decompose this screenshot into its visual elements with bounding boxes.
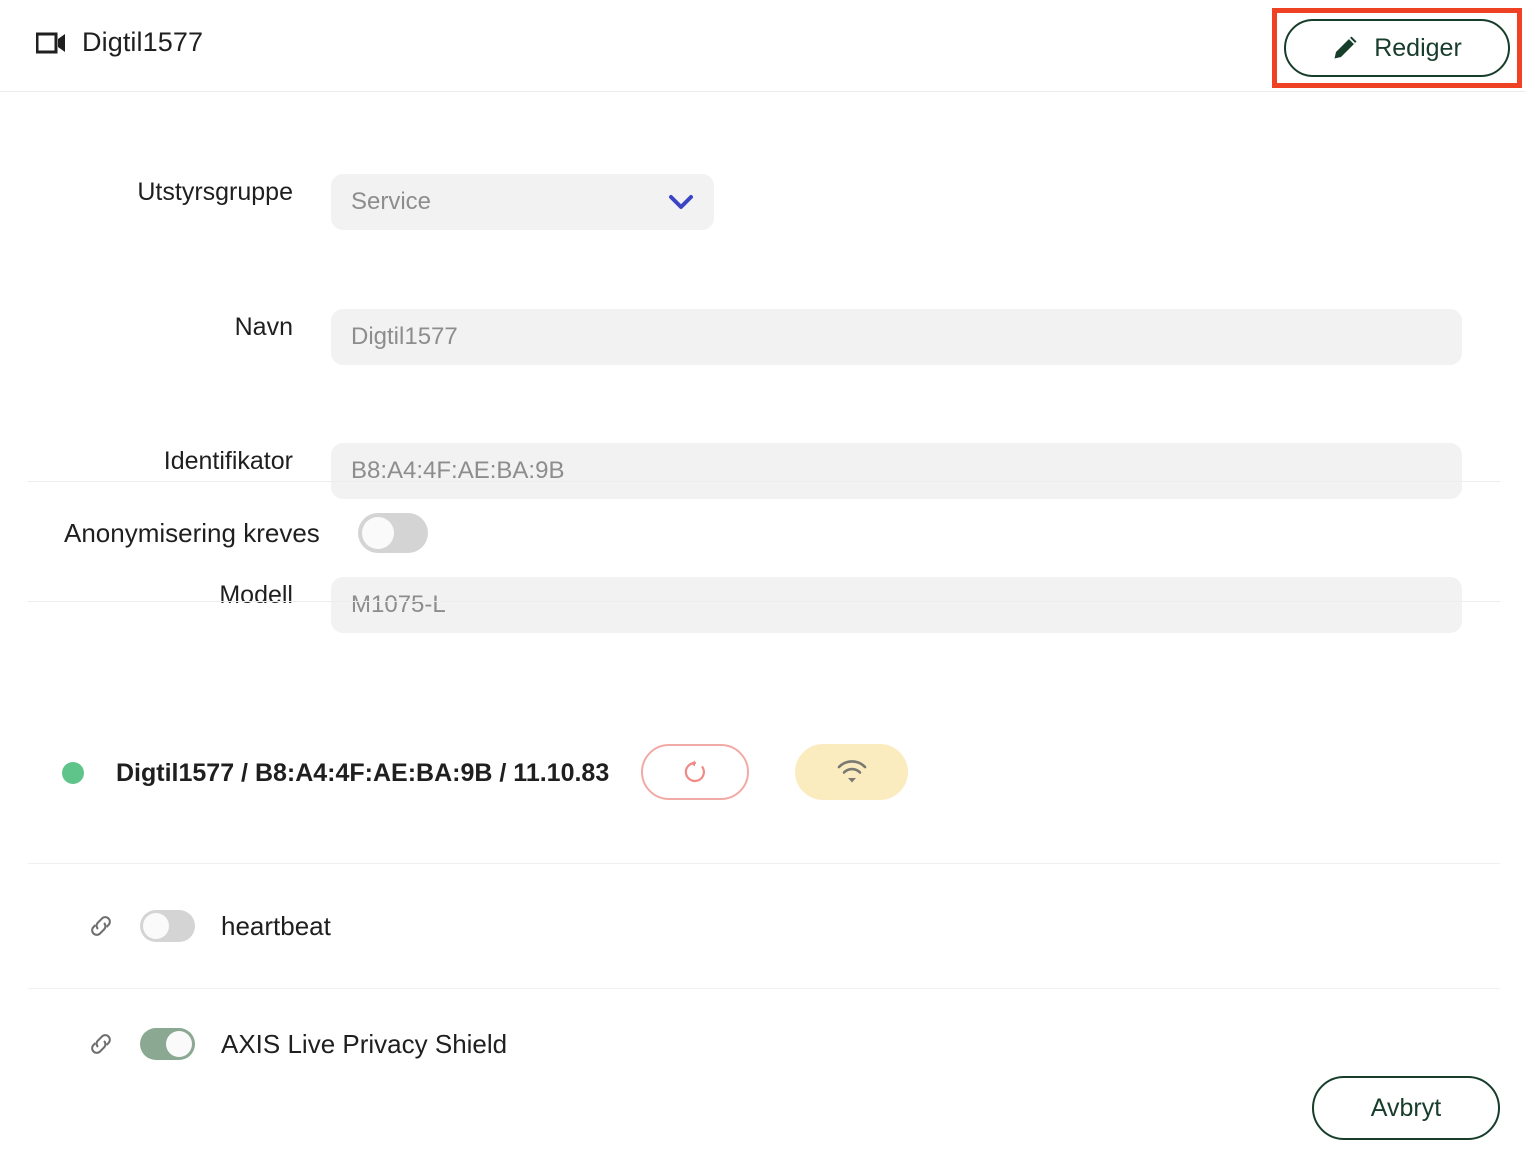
toggle-knob (166, 1031, 192, 1057)
modell-value: M1075-L (351, 591, 446, 618)
device-status-text: Digtil1577 / B8:A4:4F:AE:BA:9B / 11.10.8… (116, 758, 610, 787)
edit-button[interactable]: Rediger (1284, 19, 1510, 77)
feature-row-heartbeat: heartbeat (88, 910, 331, 942)
divider-above-heartbeat (28, 863, 1500, 864)
restart-button[interactable] (641, 744, 749, 800)
anonymization-row: Anonymisering kreves (64, 513, 428, 553)
anonymization-label: Anonymisering kreves (64, 517, 320, 548)
divider-top (28, 481, 1500, 482)
wifi-icon (837, 760, 867, 784)
cancel-button[interactable]: Avbryt (1312, 1076, 1500, 1140)
link-icon[interactable] (88, 913, 114, 939)
divider-below-heartbeat (28, 988, 1500, 989)
label-identifikator: Identifikator (163, 447, 293, 475)
privacy-shield-toggle[interactable] (140, 1028, 195, 1060)
label-modell: Modell (219, 581, 293, 609)
form-row-navn: Navn Digtil1577 (0, 159, 1526, 365)
heartbeat-label: heartbeat (221, 910, 331, 941)
edit-button-label: Rediger (1374, 33, 1462, 62)
restart-icon (682, 759, 708, 785)
link-icon[interactable] (88, 1031, 114, 1057)
cancel-button-label: Avbryt (1370, 1093, 1442, 1122)
form-row-identifikator: Identifikator B8:A4:4F:AE:BA:9B (0, 226, 1526, 499)
page-header: Digtil1577 Rediger (0, 0, 1526, 92)
anonymization-toggle[interactable] (357, 513, 428, 553)
form-row-utstyrsgruppe: Utstyrsgruppe Service (0, 92, 1526, 230)
modell-input[interactable]: M1075-L (331, 577, 1462, 633)
device-status-row: Digtil1577 / B8:A4:4F:AE:BA:9B / 11.10.8… (62, 748, 609, 798)
header-title-group: Digtil1577 (35, 27, 204, 58)
toggle-knob (361, 517, 394, 549)
toggle-knob (143, 913, 169, 939)
video-camera-icon (35, 30, 66, 56)
divider-below-anonymization (28, 601, 1500, 602)
form-row-modell: Modell M1075-L (0, 293, 1526, 633)
feature-row-privacy-shield: AXIS Live Privacy Shield (88, 1028, 507, 1060)
status-badge (62, 762, 84, 784)
identifikator-input[interactable]: B8:A4:4F:AE:BA:9B (331, 443, 1462, 499)
pencil-icon (1332, 35, 1358, 61)
privacy-shield-label: AXIS Live Privacy Shield (221, 1028, 508, 1059)
page-title: Digtil1577 (82, 27, 204, 57)
heartbeat-toggle[interactable] (140, 910, 195, 942)
device-form: Utstyrsgruppe Service Navn Digtil1577 Id… (0, 92, 1526, 633)
wifi-button[interactable] (795, 744, 908, 800)
